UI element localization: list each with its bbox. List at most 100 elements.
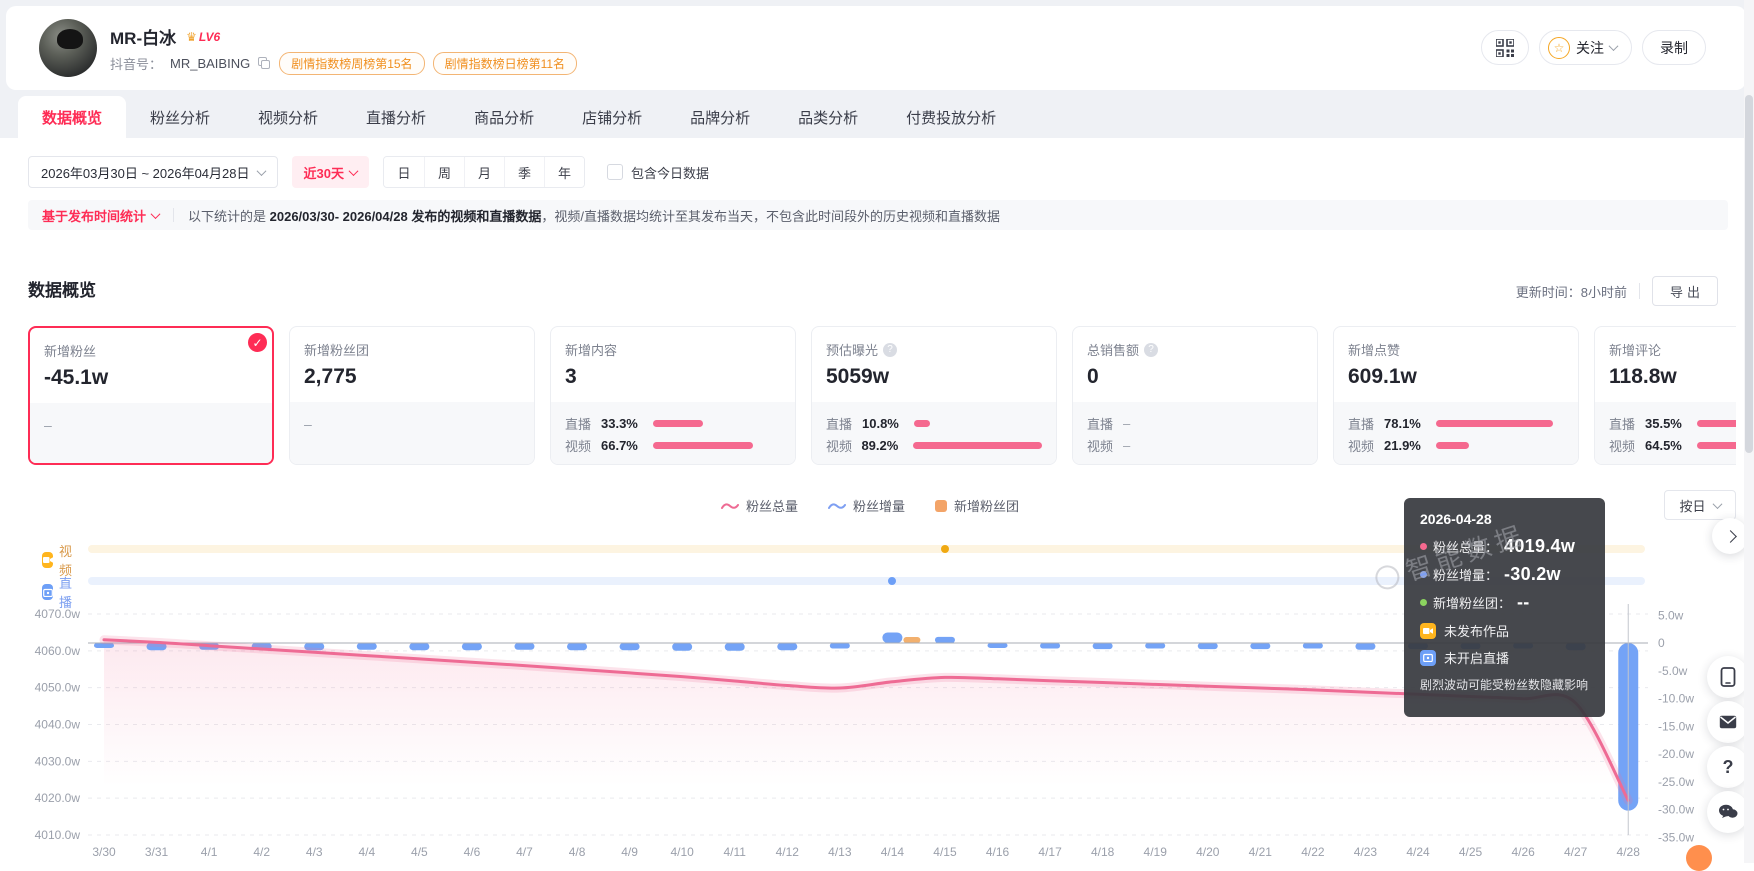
video-share-bar [913,442,1042,449]
tab-category-analysis[interactable]: 品类分析 [774,96,882,138]
svg-text:4/28: 4/28 [1617,845,1641,859]
svg-text:-35.0w: -35.0w [1658,830,1694,844]
page: MR-白冰 ♛LV6 抖音号： MR_BAIBING 剧情指数榜周榜第15名 剧… [0,0,1754,863]
svg-text:4/27: 4/27 [1564,845,1588,859]
main-tabs: 数据概览 粉丝分析 视频分析 直播分析 商品分析 店铺分析 品牌分析 品类分析 … [0,96,1754,138]
chevron-right-icon [1724,530,1737,543]
video-share-bar [1436,442,1469,449]
svg-text:-20.0w: -20.0w [1658,747,1694,761]
stat-cards-row: 新增粉丝 -45.1w – ✓ 新增粉丝团 2,775 – 新增内容 3 [28,326,1736,465]
svg-text:4050.0w: 4050.0w [35,681,81,695]
wave-icon [828,501,846,511]
date-range-picker[interactable]: 2026年03月30日 ~ 2026年04月28日 [28,156,278,188]
svg-text:4020.0w: 4020.0w [35,791,81,805]
video-icon [1420,623,1436,639]
record-button[interactable]: 录制 [1642,30,1706,65]
notice-filter-dropdown[interactable]: 基于发布时间统计 [42,206,159,225]
tab-video-analysis[interactable]: 视频分析 [234,96,342,138]
svg-text:4/9: 4/9 [621,845,638,859]
svg-text:4030.0w: 4030.0w [35,754,81,768]
tab-data-overview[interactable]: 数据概览 [18,96,126,138]
help-button[interactable]: ? [1707,746,1749,788]
chart-granularity-select[interactable]: 按日 [1664,490,1736,520]
legend-fans-total[interactable]: 粉丝总量 [721,496,798,515]
chevron-down-icon [1712,499,1722,509]
segment-year[interactable]: 年 [544,157,584,187]
card-new-fan-club[interactable]: 新增粉丝团 2,775 – [289,326,535,465]
floating-promo-button[interactable] [1686,845,1712,871]
legend-fan-club[interactable]: 新增粉丝团 [935,496,1019,515]
segment-quarter[interactable]: 季 [504,157,544,187]
svg-text:4/13: 4/13 [828,845,852,859]
scrollbar-thumb[interactable] [1745,95,1753,453]
svg-text:3/30: 3/30 [92,845,116,859]
feedback-mail-button[interactable] [1707,701,1749,743]
tooltip-date: 2026-04-28 [1420,511,1589,527]
douyin-id-label: 抖音号： [110,54,162,73]
card-total-sales[interactable]: 总销售额? 0 直播– 视频– [1072,326,1318,465]
legend-fans-increment[interactable]: 粉丝增量 [828,496,905,515]
export-button[interactable]: 导出 [1652,276,1718,306]
svg-text:0: 0 [1658,636,1665,650]
card-new-content[interactable]: 新增内容 3 直播33.3% 视频66.7% [550,326,796,465]
segment-day[interactable]: 日 [384,157,424,187]
rank-badge-weekly[interactable]: 剧情指数榜周榜第15名 [279,52,424,75]
tab-live-analysis[interactable]: 直播分析 [342,96,450,138]
square-icon [935,500,947,512]
tooltip-footer: 剧烈波动可能受粉丝数隐藏影响 [1420,676,1589,693]
qr-code-button[interactable] [1481,30,1529,65]
svg-text:4/15: 4/15 [933,845,957,859]
live-icon [1420,650,1436,666]
svg-text:4010.0w: 4010.0w [35,828,81,842]
tab-paid-promotion-analysis[interactable]: 付费投放分析 [882,96,1020,138]
svg-text:4/6: 4/6 [464,845,481,859]
svg-text:4/17: 4/17 [1038,845,1062,859]
svg-text:-15.0w: -15.0w [1658,719,1694,733]
chat-icon [1718,804,1738,820]
douyin-id: MR_BAIBING [170,56,250,71]
dot-icon [1420,543,1427,550]
copy-icon[interactable] [258,57,271,70]
statistics-notice: 基于发布时间统计 以下统计的是 2026/03/30- 2026/04/28 发… [28,200,1728,230]
main-content: 2026年03月30日 ~ 2026年04月28日 近30天 日 周 月 季 年… [0,138,1754,863]
cards-next-button[interactable] [1712,518,1748,554]
mail-icon [1719,715,1737,729]
svg-text:5.0w: 5.0w [1658,608,1684,622]
chevron-down-icon [256,166,266,176]
segment-week[interactable]: 周 [424,157,464,187]
help-icon[interactable]: ? [883,343,897,357]
svg-text:-10.0w: -10.0w [1658,692,1694,706]
tab-fans-analysis[interactable]: 粉丝分析 [126,96,234,138]
card-new-fans[interactable]: 新增粉丝 -45.1w – ✓ [28,326,274,465]
tab-brand-analysis[interactable]: 品牌分析 [666,96,774,138]
svg-text:4/3: 4/3 [306,845,323,859]
qr-icon [1496,39,1514,57]
dot-icon [1420,571,1427,578]
include-today-checkbox-row[interactable]: 包含今日数据 [607,163,709,182]
svg-text:4/8: 4/8 [569,845,586,859]
tab-product-analysis[interactable]: 商品分析 [450,96,558,138]
svg-text:-5.0w: -5.0w [1658,664,1688,678]
crown-icon: ♛ [186,30,197,44]
segment-month[interactable]: 月 [464,157,504,187]
wechat-button[interactable] [1707,791,1749,833]
video-publish-marker[interactable] [941,545,949,553]
mobile-app-button[interactable] [1707,656,1749,698]
card-new-likes[interactable]: 新增点赞 609.1w 直播78.1% 视频21.9% [1333,326,1579,465]
follow-button[interactable]: ☆ 关注 [1539,30,1632,65]
account-name: MR-白冰 [110,24,176,49]
svg-text:4/24: 4/24 [1406,845,1430,859]
card-estimated-exposure[interactable]: 预估曝光? 5059w 直播10.8% 视频89.2% [811,326,1057,465]
chevron-down-icon [1609,41,1619,51]
rank-badge-daily[interactable]: 剧情指数榜日榜第11名 [433,52,577,75]
updated-time: 更新时间：8小时前 [1516,282,1627,301]
avatar[interactable] [39,19,97,77]
help-icon[interactable]: ? [1144,343,1158,357]
live-share-bar [1436,420,1553,427]
card-new-comments[interactable]: 新增评论 118.8w 直播35.5% 视频64.5% [1594,326,1736,465]
tab-shop-analysis[interactable]: 店铺分析 [558,96,666,138]
quick-range-select[interactable]: 近30天 [292,156,369,188]
svg-text:4/7: 4/7 [516,845,533,859]
svg-text:4/1: 4/1 [201,845,218,859]
checkbox[interactable] [607,164,623,180]
